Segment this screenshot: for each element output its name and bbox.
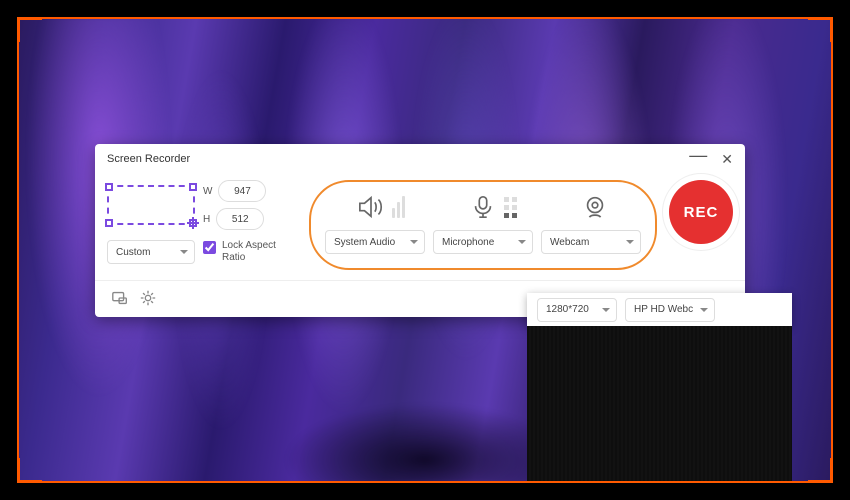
webcam-device-select[interactable]: HP HD Webc bbox=[625, 298, 715, 322]
webcam-resolution-select[interactable]: 1280*720 bbox=[537, 298, 617, 322]
microphone-value: Microphone bbox=[442, 237, 494, 248]
lock-aspect-checkbox[interactable] bbox=[203, 241, 216, 254]
capture-region-thumbnail[interactable] bbox=[107, 185, 195, 225]
capture-frame-edge bbox=[17, 41, 19, 459]
capture-frame-corner[interactable] bbox=[808, 458, 833, 483]
capture-settings: W H Custom Lock Aspect Ratio bbox=[107, 180, 297, 264]
minimize-button[interactable]: — bbox=[689, 148, 707, 162]
settings-icon[interactable] bbox=[139, 289, 157, 307]
mic-level-icon bbox=[504, 197, 517, 218]
capture-frame-edge bbox=[41, 17, 809, 19]
recorder-panel: Screen Recorder — ✕ W H bbox=[95, 144, 745, 317]
microphone-select[interactable]: Microphone bbox=[433, 230, 533, 254]
pip-icon[interactable] bbox=[111, 289, 129, 307]
speaker-icon bbox=[356, 194, 386, 220]
webcam-icon bbox=[580, 194, 610, 220]
webcam-resolution-value: 1280*720 bbox=[546, 304, 589, 315]
titlebar: Screen Recorder — ✕ bbox=[95, 144, 745, 170]
audio-level-icon bbox=[392, 196, 405, 218]
system-audio-icon-slot bbox=[356, 194, 405, 220]
preset-select[interactable]: Custom bbox=[107, 240, 195, 264]
capture-frame-corner[interactable] bbox=[17, 458, 42, 483]
sources-group: System Audio Microphone Webcam bbox=[309, 180, 657, 270]
record-label: REC bbox=[684, 204, 719, 221]
capture-frame-corner[interactable] bbox=[808, 17, 833, 42]
capture-frame-corner[interactable] bbox=[17, 17, 42, 42]
capture-frame-edge bbox=[831, 41, 833, 459]
webcam-device-value: HP HD Webc bbox=[634, 304, 693, 315]
height-label: H bbox=[203, 214, 210, 225]
webcam-icon-slot bbox=[580, 194, 610, 220]
webcam-control-strip: 1280*720 HP HD Webc bbox=[527, 293, 792, 326]
height-input[interactable] bbox=[216, 208, 264, 230]
window-title: Screen Recorder bbox=[107, 153, 190, 165]
capture-frame-edge bbox=[41, 481, 809, 483]
preset-value: Custom bbox=[116, 247, 150, 258]
close-button[interactable]: ✕ bbox=[721, 152, 733, 166]
system-audio-select[interactable]: System Audio bbox=[325, 230, 425, 254]
webcam-select[interactable]: Webcam bbox=[541, 230, 641, 254]
lock-aspect-label: Lock Aspect Ratio bbox=[222, 240, 282, 264]
webcam-value: Webcam bbox=[550, 237, 589, 248]
webcam-preview bbox=[527, 326, 792, 481]
microphone-icon-slot bbox=[468, 194, 517, 220]
system-audio-value: System Audio bbox=[334, 237, 395, 248]
lock-aspect-row[interactable]: Lock Aspect Ratio bbox=[203, 240, 282, 264]
width-input[interactable] bbox=[218, 180, 266, 202]
width-label: W bbox=[203, 186, 212, 197]
microphone-icon bbox=[468, 194, 498, 220]
record-button[interactable]: REC bbox=[669, 180, 733, 244]
crosshair-icon bbox=[187, 217, 199, 229]
